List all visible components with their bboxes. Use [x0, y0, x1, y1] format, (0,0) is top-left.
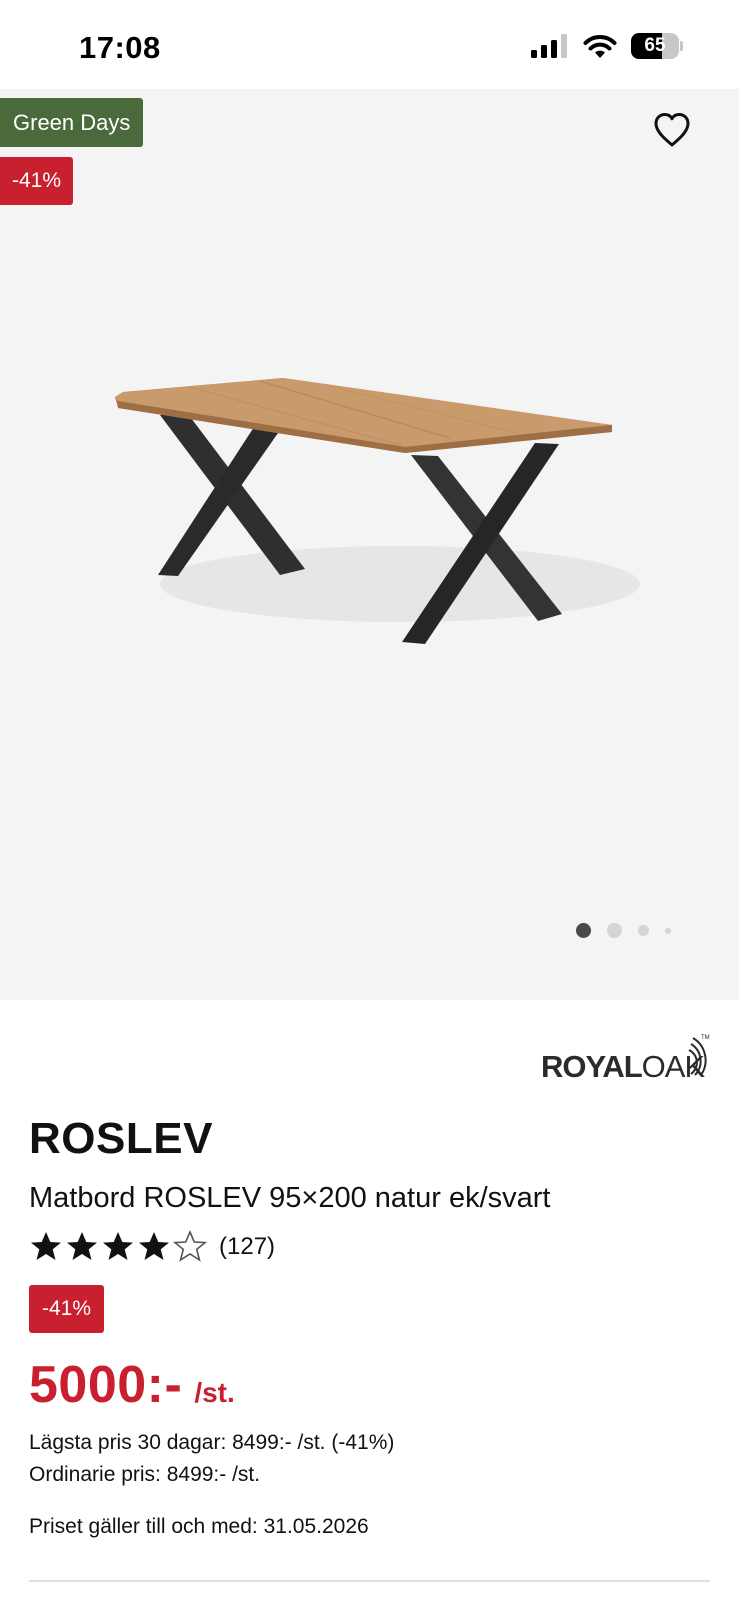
svg-text:ROYALOAK: ROYALOAK: [541, 1049, 705, 1082]
battery-level-text: 65: [644, 35, 666, 56]
star-filled-icon: [31, 1232, 61, 1260]
royal-oak-brand-logo[interactable]: ROYALOAK TM: [541, 1030, 711, 1082]
carousel-dot[interactable]: [607, 923, 622, 938]
discount-badge: -41%: [29, 1285, 104, 1333]
price-validity-info: Priset gäller till och med: 31.05.2026: [29, 1515, 369, 1538]
regular-price-info: Ordinarie pris: 8499:- /st.: [29, 1463, 261, 1486]
star-empty-icon: [173, 1230, 207, 1262]
review-count[interactable]: (127): [219, 1233, 275, 1261]
rating-stars: [29, 1230, 207, 1264]
dining-table-image: [115, 378, 640, 644]
star-filled-icon: [139, 1232, 169, 1260]
status-icons: 65: [531, 33, 683, 59]
carousel-dot-active[interactable]: [576, 923, 591, 938]
discount-badge-hero: -41%: [0, 157, 74, 205]
carousel-pagination[interactable]: [576, 923, 671, 938]
product-rating[interactable]: (127): [29, 1230, 275, 1264]
carousel-dot[interactable]: [665, 927, 671, 934]
carousel-dot[interactable]: [638, 925, 649, 936]
status-time: 17:08: [79, 30, 161, 65]
lowest-price-info: Lägsta pris 30 dagar: 8499:- /st. (-41%): [29, 1431, 395, 1454]
svg-text:TM: TM: [701, 1035, 710, 1041]
star-filled-icon: [67, 1232, 97, 1260]
current-price: 5000:-: [29, 1356, 183, 1414]
product-title: Matbord ROSLEV 95×200 natur ek/svart: [29, 1182, 551, 1214]
section-divider: [29, 1580, 710, 1582]
battery-indicator: 65: [631, 33, 683, 59]
star-filled-icon: [103, 1232, 133, 1260]
campaign-badge: Green Days: [0, 98, 144, 147]
price-unit: /st.: [194, 1377, 235, 1408]
product-brand-name: ROSLEV: [29, 1114, 213, 1163]
status-bar: 17:08 65: [0, 0, 739, 89]
favorite-heart-icon[interactable]: [650, 108, 694, 152]
cellular-signal-icon: [531, 34, 567, 58]
wifi-icon: [583, 34, 617, 58]
price-row: 5000:- /st.: [29, 1355, 235, 1415]
product-image-carousel[interactable]: Green Days -41%: [0, 89, 739, 1000]
